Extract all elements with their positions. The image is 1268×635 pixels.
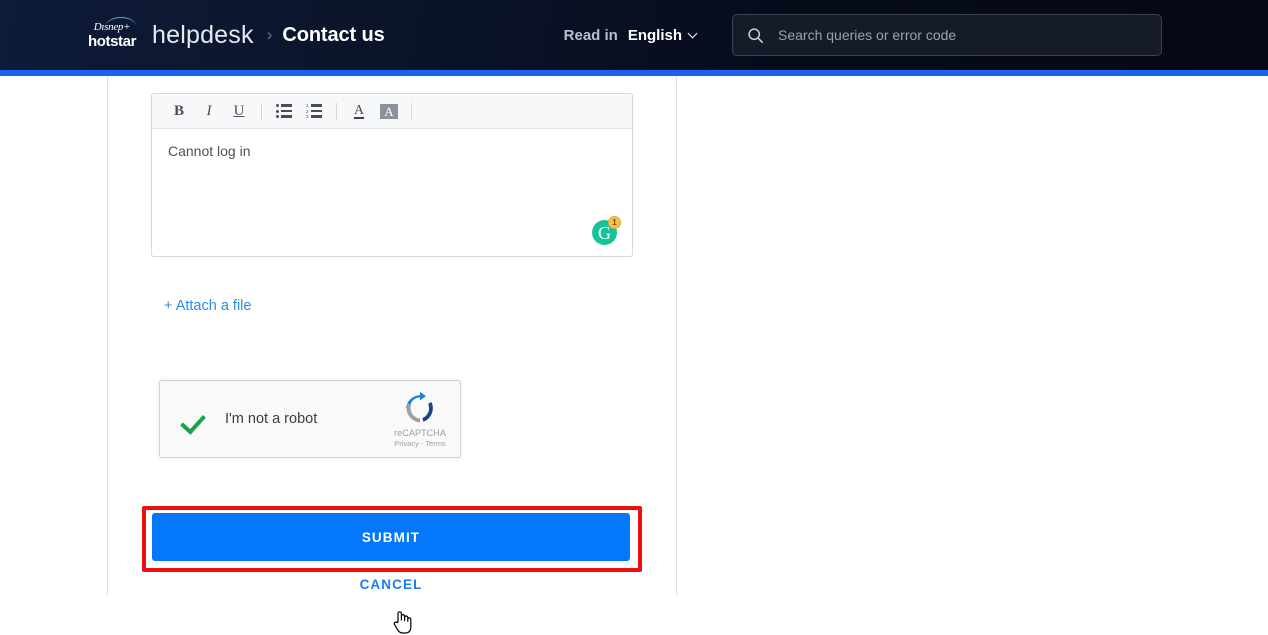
text-color-icon: A <box>353 102 365 119</box>
header-actions: Read in English Search queries or error … <box>564 14 1162 56</box>
toolbar-divider <box>261 102 262 120</box>
highlight-color-icon: A <box>380 103 398 119</box>
search-icon <box>748 27 764 43</box>
bold-button[interactable]: B <box>164 98 194 124</box>
bullet-list-icon <box>275 104 293 118</box>
description-editor[interactable]: B I U 1 2 3 A A Cannot log in G 1 <box>151 93 633 257</box>
page-body: B I U 1 2 3 A A Cannot log in G 1 + Atta… <box>0 76 1268 634</box>
breadcrumb-chevron-icon: › <box>266 25 273 44</box>
breadcrumb-current-page: Contact us <box>282 23 385 46</box>
recaptcha-checkbox[interactable] <box>182 405 210 433</box>
editor-text-area[interactable]: Cannot log in G 1 <box>152 129 632 256</box>
site-header: Dısnep+ hotstar helpdesk › Contact us Re… <box>0 0 1268 70</box>
attach-file-link[interactable]: + Attach a file <box>164 298 251 314</box>
search-input-placeholder[interactable]: Search queries or error code <box>778 27 956 43</box>
disney-hotstar-logo[interactable]: Dısnep+ hotstar <box>84 16 140 50</box>
underline-button[interactable]: U <box>224 98 254 124</box>
recaptcha-logo-icon <box>406 391 433 422</box>
toolbar-divider <box>411 102 412 120</box>
editor-toolbar: B I U 1 2 3 A A <box>152 94 632 129</box>
disney-plus-wordmark: Dısnep+ <box>94 16 136 33</box>
cancel-button[interactable]: CANCEL <box>152 576 630 593</box>
grammarly-badge-count: 1 <box>608 216 621 229</box>
read-in-label: Read in <box>563 26 618 44</box>
grammarly-widget[interactable]: G 1 <box>592 216 621 245</box>
highlight-color-button[interactable]: A <box>374 98 404 124</box>
language-value: English <box>627 26 682 44</box>
recaptcha-label: I'm not a robot <box>225 411 318 427</box>
disney-arc-icon <box>105 16 136 26</box>
editor-content: Cannot log in <box>168 143 251 159</box>
recaptcha-widget[interactable]: I'm not a robot reCAPTCHA Privacy - Term… <box>159 380 461 458</box>
recaptcha-privacy-terms[interactable]: Privacy - Terms <box>394 439 446 448</box>
numbered-list-icon: 1 2 3 <box>306 103 323 119</box>
numbered-list-button[interactable]: 1 2 3 <box>299 98 329 124</box>
recaptcha-branding: reCAPTCHA Privacy - Terms <box>394 391 446 448</box>
mouse-cursor-pointer-icon <box>393 611 412 634</box>
toolbar-divider <box>336 102 337 120</box>
breadcrumb: › Contact us <box>254 24 385 47</box>
recaptcha-brand-text: reCAPTCHA <box>394 427 446 438</box>
bullet-list-button[interactable] <box>269 98 299 124</box>
hotstar-text: hotstar <box>87 32 137 50</box>
search-box[interactable]: Search queries or error code <box>732 14 1162 56</box>
language-selector[interactable]: English <box>627 26 698 44</box>
chevron-down-icon <box>687 28 698 38</box>
submit-highlight-annotation <box>142 506 642 572</box>
italic-button[interactable]: I <box>194 98 224 124</box>
helpdesk-title[interactable]: helpdesk <box>152 21 254 50</box>
brand-breadcrumb-group: Dısnep+ hotstar helpdesk › Contact us <box>84 16 385 50</box>
text-color-button[interactable]: A <box>344 98 374 124</box>
